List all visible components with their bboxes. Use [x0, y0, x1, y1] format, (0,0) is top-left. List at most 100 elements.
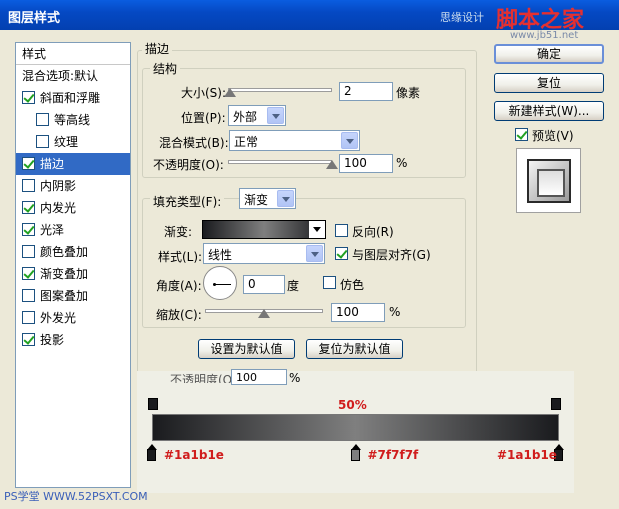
sidebar-item[interactable]: 斜面和浮雕: [16, 87, 130, 109]
blend-mode-select[interactable]: 正常: [229, 130, 360, 151]
sidebar-checkbox[interactable]: [22, 267, 35, 280]
sidebar-item[interactable]: 内发光: [16, 197, 130, 219]
scale-unit: %: [389, 305, 401, 319]
sidebar-checkbox[interactable]: [22, 333, 35, 346]
ok-button[interactable]: 确定: [494, 44, 604, 64]
sidebar-checkbox[interactable]: [36, 113, 49, 126]
align-with-layer-checkbox[interactable]: [335, 247, 348, 260]
chevron-down-icon[interactable]: [277, 190, 294, 207]
angle-input[interactable]: 0: [243, 275, 285, 294]
size-label: 大小(S):: [181, 86, 227, 100]
sidebar-item[interactable]: 渐变叠加: [16, 263, 130, 285]
sidebar-item[interactable]: 等高线: [16, 109, 130, 131]
reverse-checkbox[interactable]: [335, 224, 348, 237]
preview-checkbox[interactable]: [515, 128, 528, 141]
dither-checkbox[interactable]: [323, 276, 336, 289]
sidebar-checkbox[interactable]: [22, 289, 35, 302]
gradient-style-value: 线性: [208, 248, 233, 262]
sidebar-checkbox[interactable]: [22, 223, 35, 236]
sidebar-item-label: 投影: [40, 333, 65, 347]
sidebar-item-label: 颜色叠加: [40, 245, 89, 259]
position-value: 外部: [233, 110, 258, 124]
partial-opacity-input: 100: [231, 369, 287, 385]
color-stop-label: #1a1b1e: [497, 448, 557, 462]
opacity-label: 不透明度(O):: [153, 158, 224, 172]
sidebar-item[interactable]: 混合选项:默认: [16, 65, 130, 87]
sidebar-checkbox[interactable]: [22, 91, 35, 104]
sidebar-checkbox[interactable]: [36, 135, 49, 148]
gradient-bar[interactable]: [152, 414, 559, 441]
sidebar-item-label: 等高线: [54, 113, 91, 127]
sidebar-item[interactable]: 内阴影: [16, 175, 130, 197]
sidebar-item-label: 渐变叠加: [40, 267, 89, 281]
sidebar-item-label: 光泽: [40, 223, 65, 237]
chevron-down-icon[interactable]: [309, 221, 325, 238]
size-unit: 像素: [396, 86, 421, 100]
position-label: 位置(P):: [181, 111, 226, 125]
make-default-button[interactable]: 设置为默认值: [198, 339, 295, 359]
color-stop[interactable]: [350, 444, 361, 461]
position-select[interactable]: 外部: [228, 105, 286, 126]
midpoint-label: 50%: [338, 398, 367, 412]
opacity-unit: %: [396, 156, 408, 170]
opacity-slider-thumb[interactable]: [326, 160, 338, 169]
reset-to-default-button[interactable]: 复位为默认值: [306, 339, 403, 359]
new-style-button[interactable]: 新建样式(W)...: [494, 101, 604, 121]
watermark-url: www.jb51.net: [510, 30, 579, 41]
angle-dial[interactable]: [203, 266, 237, 300]
style-preview-thumbnail: [516, 148, 581, 213]
sidebar-item-label: 描边: [40, 157, 65, 171]
color-stop[interactable]: [147, 444, 157, 461]
chevron-down-icon[interactable]: [341, 132, 358, 149]
angle-label: 角度(A):: [156, 279, 202, 293]
size-slider-track[interactable]: [228, 88, 332, 92]
chevron-down-icon[interactable]: [267, 107, 284, 124]
scale-label: 缩放(C):: [156, 308, 202, 322]
gradient-picker[interactable]: [202, 220, 326, 239]
fill-type-label: 填充类型(F):: [150, 193, 225, 210]
gradient-style-select[interactable]: 线性: [203, 243, 325, 264]
align-with-layer-label: 与图层对齐(G): [352, 248, 431, 262]
fill-type-select[interactable]: 渐变: [239, 188, 296, 209]
opacity-input[interactable]: 100: [339, 154, 393, 173]
scale-input[interactable]: 100: [331, 303, 385, 322]
sidebar-checkbox[interactable]: [22, 245, 35, 258]
sidebar-item-label: 内发光: [40, 201, 77, 215]
opacity-stop-left[interactable]: [148, 398, 158, 410]
watermark-text: 思缘设计: [440, 11, 484, 24]
window-title: 图层样式: [8, 11, 61, 26]
scale-slider-thumb[interactable]: [258, 309, 270, 318]
dither-label: 仿色: [340, 278, 365, 292]
size-slider-thumb[interactable]: [224, 88, 237, 97]
size-input[interactable]: 2: [339, 82, 393, 101]
sidebar-item[interactable]: 描边: [16, 153, 130, 175]
sidebar-item[interactable]: 光泽: [16, 219, 130, 241]
color-stop-label: #7f7f7f: [367, 448, 419, 462]
sidebar-item-label: 外发光: [40, 311, 77, 325]
opacity-stop-right[interactable]: [551, 398, 561, 410]
gradient-label: 渐变:: [164, 225, 193, 239]
blend-mode-label: 混合模式(B):: [159, 136, 229, 150]
stroke-section-title: 描边: [142, 40, 173, 57]
partial-opacity-unit: %: [289, 371, 301, 385]
chevron-down-icon[interactable]: [306, 245, 323, 262]
sidebar-checkbox[interactable]: [22, 311, 35, 324]
sidebar-item-label: 混合选项:默认: [22, 69, 99, 83]
sidebar-item-label: 纹理: [54, 135, 79, 149]
sidebar-item[interactable]: 纹理: [16, 131, 130, 153]
blend-mode-value: 正常: [234, 135, 259, 149]
title-bar: 图层样式 思缘设计 脚本之家: [0, 0, 619, 33]
style-list-header[interactable]: 样式: [16, 43, 130, 65]
sidebar-item[interactable]: 颜色叠加: [16, 241, 130, 263]
reset-button[interactable]: 复位: [494, 73, 604, 93]
sidebar-checkbox[interactable]: [22, 179, 35, 192]
sidebar-item[interactable]: 外发光: [16, 307, 130, 329]
sidebar-checkbox[interactable]: [22, 201, 35, 214]
opacity-slider-track[interactable]: [228, 160, 332, 164]
sidebar-item[interactable]: 图案叠加: [16, 285, 130, 307]
sidebar-item[interactable]: 投影: [16, 329, 130, 351]
footer-watermark: PS学堂 WWW.52PSXT.COM: [4, 490, 148, 503]
preview-label: 预览(V): [532, 129, 574, 143]
angle-unit: 度: [287, 279, 300, 293]
sidebar-checkbox[interactable]: [22, 157, 35, 170]
